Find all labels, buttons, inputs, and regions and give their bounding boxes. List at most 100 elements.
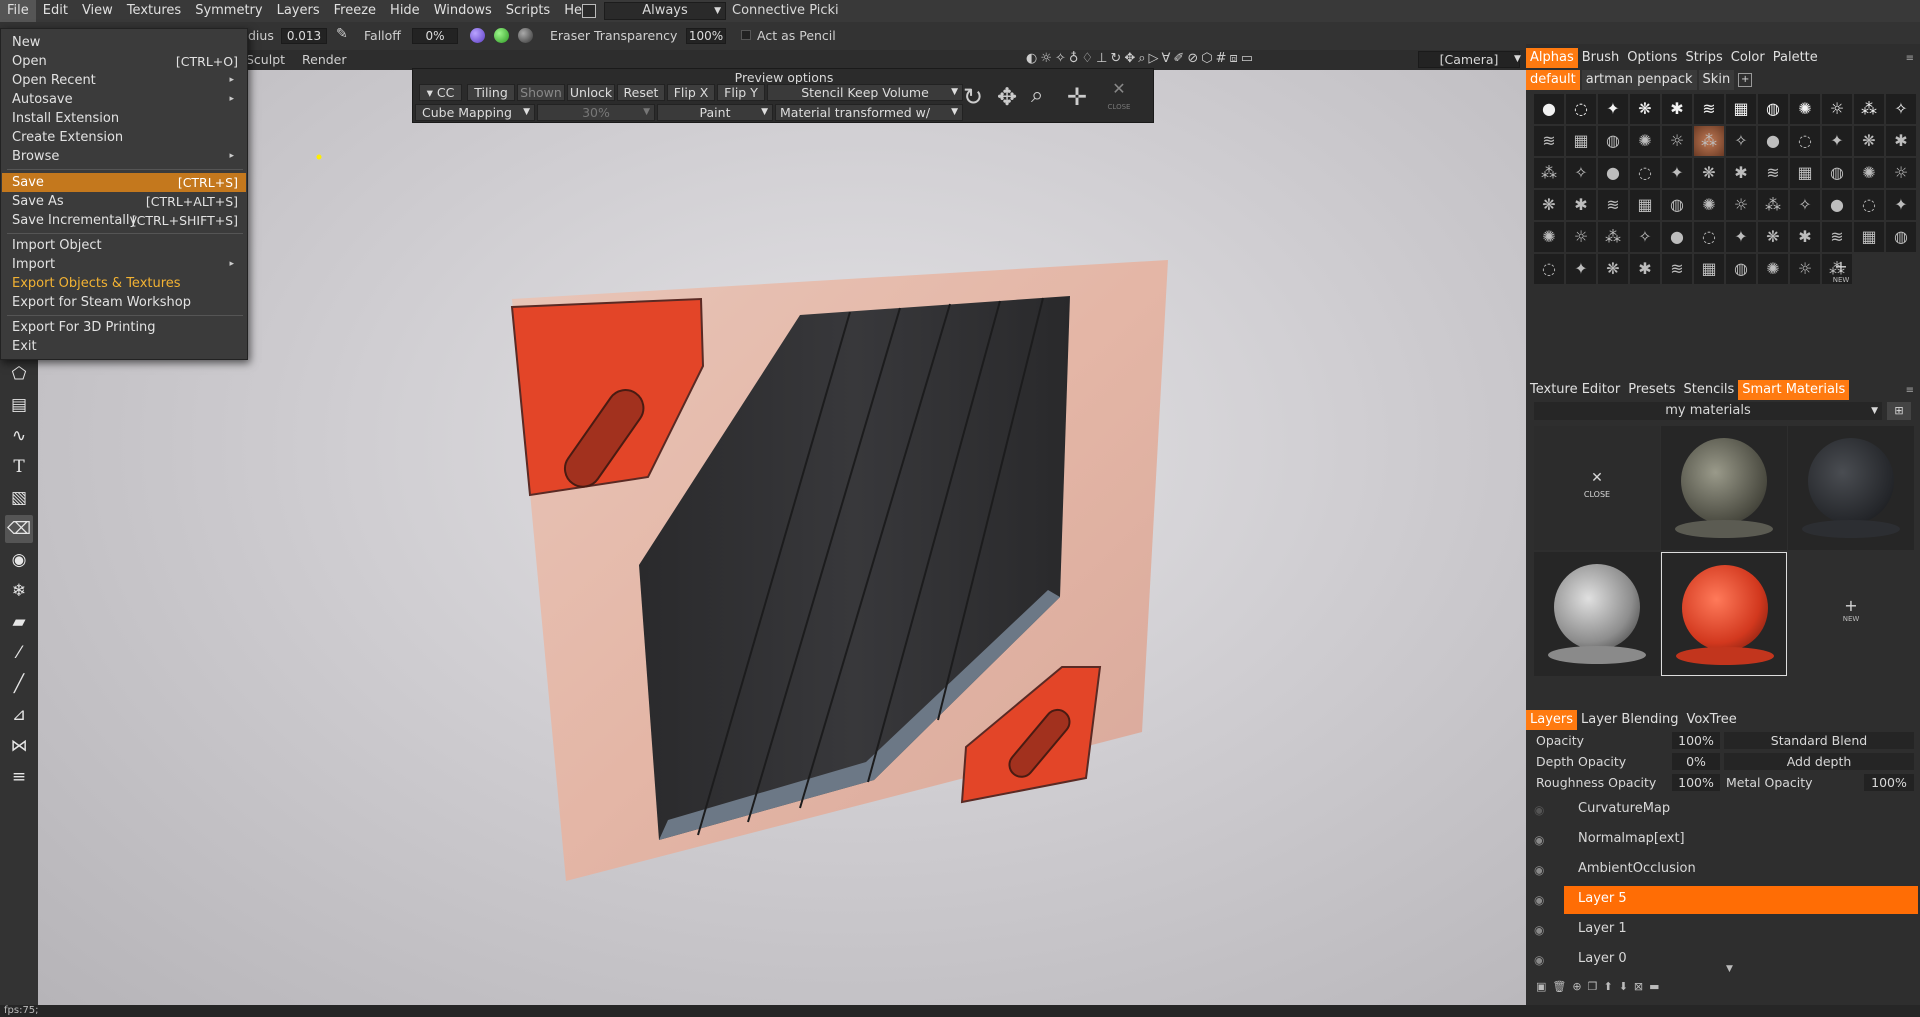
alpha-thumbnail[interactable]: ☼ — [1822, 94, 1852, 124]
alpha-thumbnail[interactable]: ✺ — [1630, 126, 1660, 156]
panel-menu-icon[interactable]: ≡ — [1906, 53, 1914, 64]
alpha-thumbnail[interactable]: ✺ — [1534, 222, 1564, 252]
shown-button[interactable]: Shown — [517, 84, 565, 101]
butterfly-icon[interactable]: ⋈ — [5, 732, 33, 760]
alpha-thumbnail[interactable]: ▦ — [1854, 222, 1884, 252]
alpha-thumbnail[interactable]: ☼ — [1790, 254, 1820, 284]
tab-presets[interactable]: Presets — [1624, 380, 1679, 400]
play-icon[interactable]: ▷ — [1149, 51, 1159, 69]
paint-dropdown[interactable]: Paint ▼ — [657, 104, 773, 121]
merge-icon[interactable]: ⊕ — [1572, 980, 1581, 994]
panel-menu-icon[interactable]: ≡ — [1906, 385, 1914, 396]
alpha-thumbnail[interactable]: ⁂ — [1534, 158, 1564, 188]
room-render[interactable]: Render — [302, 52, 347, 67]
menu-item-new[interactable]: New — [2, 33, 246, 52]
alpha-thumbnail[interactable]: ❋ — [1534, 190, 1564, 220]
alpha-thumbnail[interactable]: ⁂ — [1854, 94, 1884, 124]
tab-palette[interactable]: Palette — [1769, 48, 1822, 68]
alpha-thumbnail[interactable]: ✦ — [1566, 254, 1596, 284]
alpha-thumbnail[interactable]: ❋ — [1854, 126, 1884, 156]
alpha-thumbnail[interactable]: ▦ — [1726, 94, 1756, 124]
menu-file[interactable]: File — [0, 0, 36, 22]
act-as-pencil-checkbox[interactable] — [741, 30, 751, 40]
tab-options[interactable]: Options — [1623, 48, 1681, 68]
alpha-thumbnail[interactable]: ◌ — [1694, 222, 1724, 252]
alpha-thumbnail[interactable]: ✦ — [1822, 126, 1852, 156]
alpha-thumbnail[interactable]: ⁂ — [1758, 190, 1788, 220]
tab-layers[interactable]: Layers — [1526, 710, 1578, 730]
chevron-down-icon[interactable]: ▼ — [1514, 54, 1521, 64]
menu-item-export-steam[interactable]: Export for Steam Workshop — [2, 293, 246, 312]
alpha-thumbnail[interactable]: ☼ — [1566, 222, 1596, 252]
alpha-thumbnail[interactable]: ≋ — [1758, 158, 1788, 188]
stencil-dropdown[interactable]: Stencil Keep Volume ▼ — [767, 84, 963, 101]
menu-item-save-as[interactable]: Save As [CTRL+ALT+S] — [2, 192, 246, 211]
menu-item-exit[interactable]: Exit — [2, 337, 246, 356]
tab-alphas[interactable]: Alphas — [1526, 48, 1578, 68]
eye-icon[interactable]: ◉ — [1534, 953, 1544, 967]
alpha-thumbnail[interactable]: ✦ — [1726, 222, 1756, 252]
new-alpha-button[interactable]: + NEW — [1826, 257, 1856, 284]
flip-x-button[interactable]: Flip X — [667, 84, 715, 101]
tube-icon[interactable]: ▰ — [5, 608, 33, 636]
contrast-icon[interactable]: ◐ — [1026, 51, 1037, 69]
menu-item-autosave[interactable]: Autosave ▸ — [2, 90, 246, 109]
alpha-thumbnail[interactable]: ✱ — [1630, 254, 1660, 284]
menu-item-export-objects-textures[interactable]: Export Objects & Textures — [2, 274, 246, 293]
cc-button[interactable]: ▾ CC — [419, 84, 462, 101]
alpha-thumbnail[interactable]: ≋ — [1822, 222, 1852, 252]
alpha-thumbnail[interactable]: ✺ — [1758, 254, 1788, 284]
scroll-down-icon[interactable]: ▼ — [1726, 964, 1733, 974]
alpha-thumbnail[interactable]: ✧ — [1726, 126, 1756, 156]
alpha-thumbnail[interactable]: ❋ — [1630, 94, 1660, 124]
menu-item-browse[interactable]: Browse ▸ — [2, 147, 246, 166]
depth-mode-dropdown[interactable]: Add depth — [1724, 753, 1914, 770]
connective-dropdown[interactable]: Connective Picki ▼ — [732, 2, 850, 35]
page-icon[interactable]: ▤ — [5, 391, 33, 419]
new-layer-icon[interactable]: ▣ — [1536, 980, 1546, 994]
alpha-thumbnail[interactable]: ✱ — [1790, 222, 1820, 252]
close-icon[interactable]: ✕ — [1103, 79, 1135, 98]
alpha-thumbnail[interactable]: ≋ — [1662, 254, 1692, 284]
menu-item-export-3d-printing[interactable]: Export For 3D Printing — [2, 318, 246, 337]
alpha-thumbnail[interactable]: ❋ — [1598, 254, 1628, 284]
alpha-thumbnail[interactable]: ◌ — [1854, 190, 1884, 220]
cube-mapping-dropdown[interactable]: Cube Mapping ▼ — [415, 104, 535, 121]
menu-hide[interactable]: Hide — [383, 0, 427, 22]
eye-icon[interactable]: ◉ — [1534, 833, 1544, 847]
falloff-field[interactable]: 0% — [412, 28, 458, 44]
grid-icon[interactable]: # — [1216, 51, 1227, 69]
rotate-icon[interactable]: ↻ — [963, 83, 983, 111]
layer-0[interactable]: ◉ Layer 0 — [1526, 944, 1920, 974]
folder-icon[interactable]: ⊞ — [1887, 402, 1911, 420]
menu-item-open[interactable]: Open [CTRL+O] — [2, 52, 246, 71]
alpha-thumbnail[interactable]: ☼ — [1886, 158, 1916, 188]
freeze-icon[interactable]: ❄ — [5, 577, 33, 605]
alpha-thumbnail[interactable]: ◌ — [1566, 94, 1596, 124]
flip-y-button[interactable]: Flip Y — [717, 84, 765, 101]
pen-icon[interactable]: ✎ — [336, 26, 348, 42]
add-set-icon[interactable]: + — [1738, 73, 1753, 87]
layer-5[interactable]: ◉ Layer 5 — [1526, 884, 1920, 914]
move-icon[interactable]: ✥ — [997, 83, 1017, 111]
all-icon[interactable]: ∀ — [1162, 51, 1171, 69]
cube-icon[interactable]: ⬡ — [1201, 51, 1212, 69]
alpha-thumbnail[interactable]: ☼ — [1662, 126, 1692, 156]
alpha-thumbnail[interactable]: ≋ — [1694, 94, 1724, 124]
new-material-button[interactable]: + NEW — [1788, 596, 1914, 623]
material-dropdown[interactable]: Material transformed w/ ▼ — [775, 104, 963, 121]
tab-brush[interactable]: Brush — [1578, 48, 1624, 68]
unlock-button[interactable]: Unlock — [567, 84, 615, 101]
alpha-thumbnail[interactable]: ✧ — [1566, 158, 1596, 188]
set-skin[interactable]: Skin — [1698, 70, 1735, 90]
bulb-icon[interactable]: ♁ — [1069, 51, 1079, 69]
move-up-icon[interactable]: ⬆ — [1603, 980, 1612, 994]
alpha-thumbnail[interactable]: ✱ — [1662, 94, 1692, 124]
opacity-field[interactable]: 100% — [1672, 732, 1720, 749]
lasso-icon[interactable]: ⬠ — [5, 360, 33, 388]
alpha-thumbnail[interactable]: ◍ — [1726, 254, 1756, 284]
set-artman[interactable]: artman penpack — [1581, 70, 1697, 90]
scale-icon[interactable]: ⌕ — [1031, 83, 1043, 108]
alpha-thumbnail[interactable]: ● — [1534, 94, 1564, 124]
menu-view[interactable]: View — [75, 0, 120, 22]
